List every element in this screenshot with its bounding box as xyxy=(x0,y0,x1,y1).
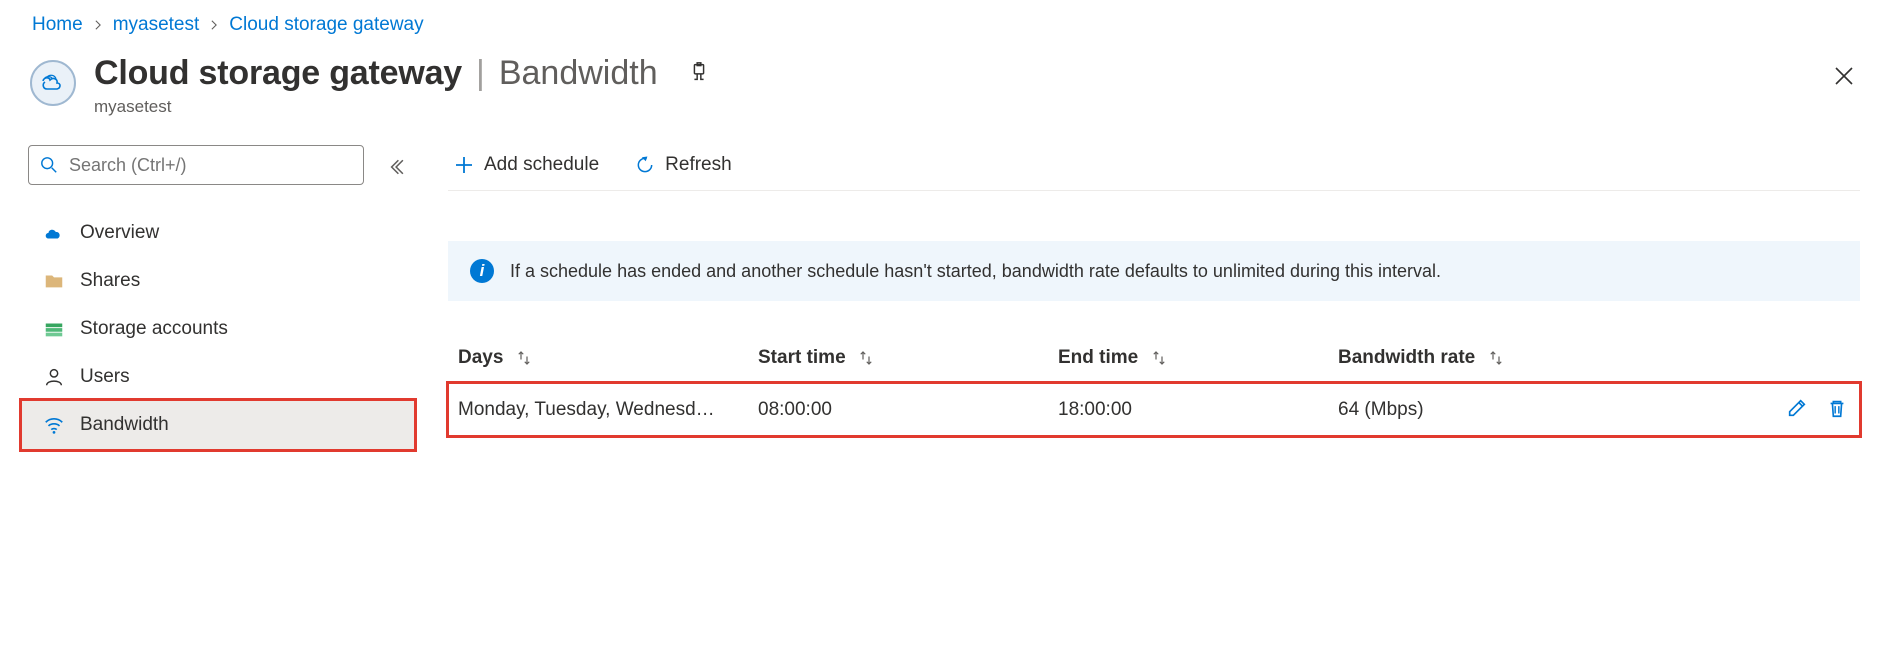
sidebar-item-storage-accounts[interactable]: Storage accounts xyxy=(28,305,408,353)
info-banner: i If a schedule has ended and another sc… xyxy=(448,241,1860,301)
sort-icon xyxy=(1487,349,1505,367)
schedule-table: Days Start time End time Bandwidth xyxy=(448,337,1860,436)
column-header-label: Start time xyxy=(758,347,846,368)
edit-row-button[interactable] xyxy=(1784,395,1810,424)
delete-row-button[interactable] xyxy=(1824,395,1850,424)
search-icon xyxy=(40,156,58,174)
sidebar-item-overview[interactable]: Overview xyxy=(28,209,408,257)
breadcrumb: Home myasetest Cloud storage gateway xyxy=(28,0,1860,54)
user-icon xyxy=(42,365,66,389)
table-row[interactable]: Monday, Tuesday, Wednesd… 08:00:00 18:00… xyxy=(448,383,1860,436)
chevron-double-left-icon xyxy=(386,158,404,176)
chevron-right-icon xyxy=(93,20,103,30)
collapse-sidebar-button[interactable] xyxy=(382,151,408,180)
chevron-right-icon xyxy=(209,20,219,30)
sidebar-item-label: Storage accounts xyxy=(80,318,228,340)
page-subtitle: Bandwidth xyxy=(499,54,658,93)
sidebar-search-input[interactable] xyxy=(28,145,364,185)
column-header-end-time[interactable]: End time xyxy=(1048,337,1328,383)
close-icon xyxy=(1834,66,1854,86)
cell-start-time: 08:00:00 xyxy=(758,399,832,420)
sidebar-item-label: Users xyxy=(80,366,130,388)
column-header-bandwidth-rate[interactable]: Bandwidth rate xyxy=(1328,337,1750,383)
storage-icon xyxy=(42,317,66,341)
sidebar-item-label: Overview xyxy=(80,222,159,244)
page-title: Cloud storage gateway xyxy=(94,54,462,93)
folder-icon xyxy=(42,269,66,293)
sort-icon xyxy=(857,349,875,367)
breadcrumb-page[interactable]: Cloud storage gateway xyxy=(229,14,423,36)
add-schedule-label: Add schedule xyxy=(484,154,599,176)
column-header-label: Bandwidth rate xyxy=(1338,347,1475,368)
resource-icon xyxy=(30,60,76,106)
cell-end-time: 18:00:00 xyxy=(1058,399,1132,420)
sidebar: Overview Shares xyxy=(28,145,408,647)
column-header-label: End time xyxy=(1058,347,1138,368)
cloud-icon xyxy=(42,221,66,245)
column-header-days[interactable]: Days xyxy=(448,337,748,383)
sidebar-item-users[interactable]: Users xyxy=(28,353,408,401)
breadcrumb-resource[interactable]: myasetest xyxy=(113,14,200,36)
refresh-icon xyxy=(635,155,655,175)
plus-icon xyxy=(454,155,474,175)
resource-name: myasetest xyxy=(94,97,1810,117)
sidebar-item-shares[interactable]: Shares xyxy=(28,257,408,305)
title-separator: | xyxy=(476,54,485,93)
trash-icon xyxy=(1826,397,1848,419)
wifi-icon xyxy=(42,413,66,437)
sidebar-nav: Overview Shares xyxy=(28,209,408,449)
info-icon: i xyxy=(470,259,494,283)
sidebar-item-bandwidth[interactable]: Bandwidth xyxy=(22,401,414,449)
close-button[interactable] xyxy=(1828,60,1860,95)
main-content: Add schedule Refresh i If a schedule has… xyxy=(408,145,1860,647)
refresh-button[interactable]: Refresh xyxy=(629,150,738,180)
refresh-label: Refresh xyxy=(665,154,732,176)
add-schedule-button[interactable]: Add schedule xyxy=(448,150,605,180)
sidebar-item-label: Bandwidth xyxy=(80,414,169,436)
pin-icon xyxy=(688,61,710,83)
sidebar-item-label: Shares xyxy=(80,270,140,292)
info-banner-text: If a schedule has ended and another sche… xyxy=(510,261,1441,282)
pencil-icon xyxy=(1786,397,1808,419)
cell-bandwidth-rate: 64 (Mbps) xyxy=(1338,399,1424,420)
command-bar: Add schedule Refresh xyxy=(448,145,1860,191)
column-header-start-time[interactable]: Start time xyxy=(748,337,1048,383)
breadcrumb-home[interactable]: Home xyxy=(32,14,83,36)
pin-button[interactable] xyxy=(684,57,714,90)
sort-icon xyxy=(1150,349,1168,367)
sort-icon xyxy=(515,349,533,367)
column-header-label: Days xyxy=(458,347,503,368)
cell-days: Monday, Tuesday, Wednesd… xyxy=(458,399,738,421)
